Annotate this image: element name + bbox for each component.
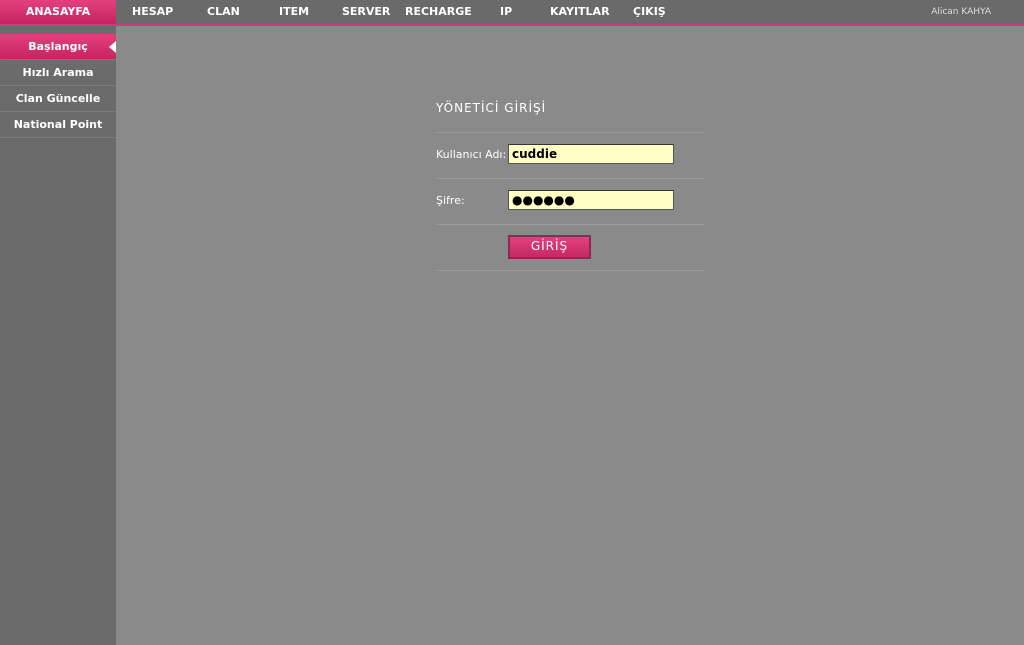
sidebar-item-baslangic[interactable]: Başlangıç: [0, 34, 116, 60]
nav-kayitlar[interactable]: KAYITLAR: [550, 0, 610, 24]
nav-anasayfa[interactable]: ANASAYFA: [0, 0, 116, 24]
sidebar-item-label: Başlangıç: [28, 40, 88, 53]
nav-ip[interactable]: IP: [500, 0, 512, 24]
username-input[interactable]: [508, 144, 674, 164]
password-row: Şifre:: [436, 179, 704, 225]
main-content: YÖNETİCİ GİRİŞİ Kullanıcı Adı: Şifre: Gİ…: [116, 26, 1024, 645]
password-label: Şifre:: [436, 194, 465, 207]
user-name: Alican KAHYA: [931, 7, 991, 17]
password-input[interactable]: [508, 190, 674, 210]
login-form: YÖNETİCİ GİRİŞİ Kullanıcı Adı: Şifre: Gİ…: [436, 96, 704, 271]
login-title: YÖNETİCİ GİRİŞİ: [436, 96, 704, 133]
nav-server[interactable]: SERVER: [342, 0, 390, 24]
sidebar: Başlangıç Hızlı Arama Clan Güncelle Nati…: [0, 26, 116, 645]
nav-cikis[interactable]: ÇIKIŞ: [633, 0, 666, 24]
nav-recharge[interactable]: RECHARGE: [405, 0, 472, 24]
username-label: Kullanıcı Adı:: [436, 148, 507, 161]
active-arrow-icon: [109, 41, 116, 53]
login-submit-button[interactable]: GİRİŞ: [508, 235, 591, 259]
sidebar-item-hizli-arama[interactable]: Hızlı Arama: [0, 60, 116, 86]
sidebar-item-national-point[interactable]: National Point: [0, 112, 116, 138]
nav-clan[interactable]: CLAN: [207, 0, 240, 24]
username-row: Kullanıcı Adı:: [436, 133, 704, 179]
top-navigation-bar: ANASAYFA HESAP CLAN ITEM SERVER RECHARGE…: [0, 0, 1024, 26]
submit-row: GİRİŞ: [436, 225, 704, 271]
nav-hesap[interactable]: HESAP: [132, 0, 173, 24]
sidebar-item-clan-guncelle[interactable]: Clan Güncelle: [0, 86, 116, 112]
nav-item[interactable]: ITEM: [279, 0, 309, 24]
